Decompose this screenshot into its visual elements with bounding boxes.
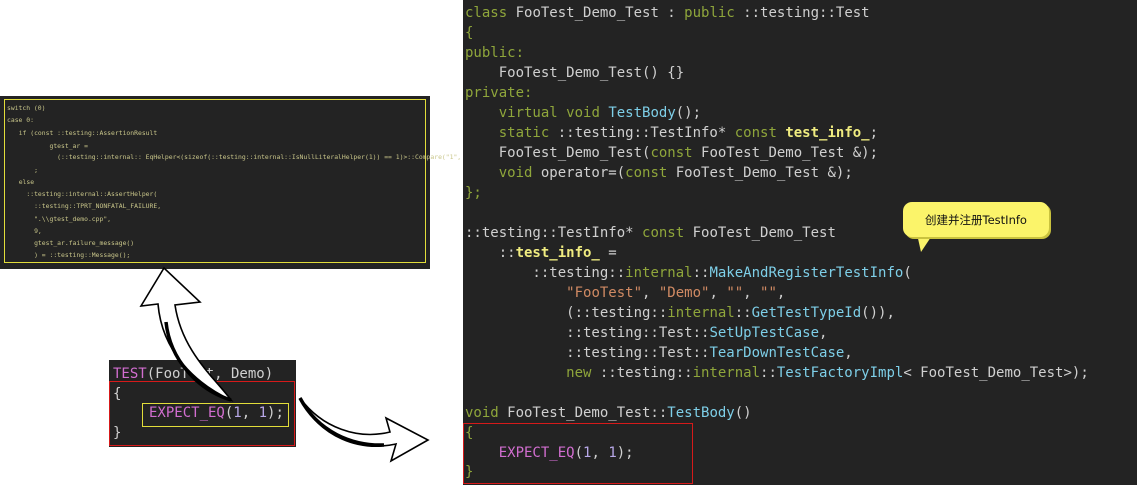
curved-right-arrow-icon — [298, 397, 430, 463]
curved-up-arrow-icon — [139, 266, 234, 402]
flow-arrows — [139, 266, 430, 463]
